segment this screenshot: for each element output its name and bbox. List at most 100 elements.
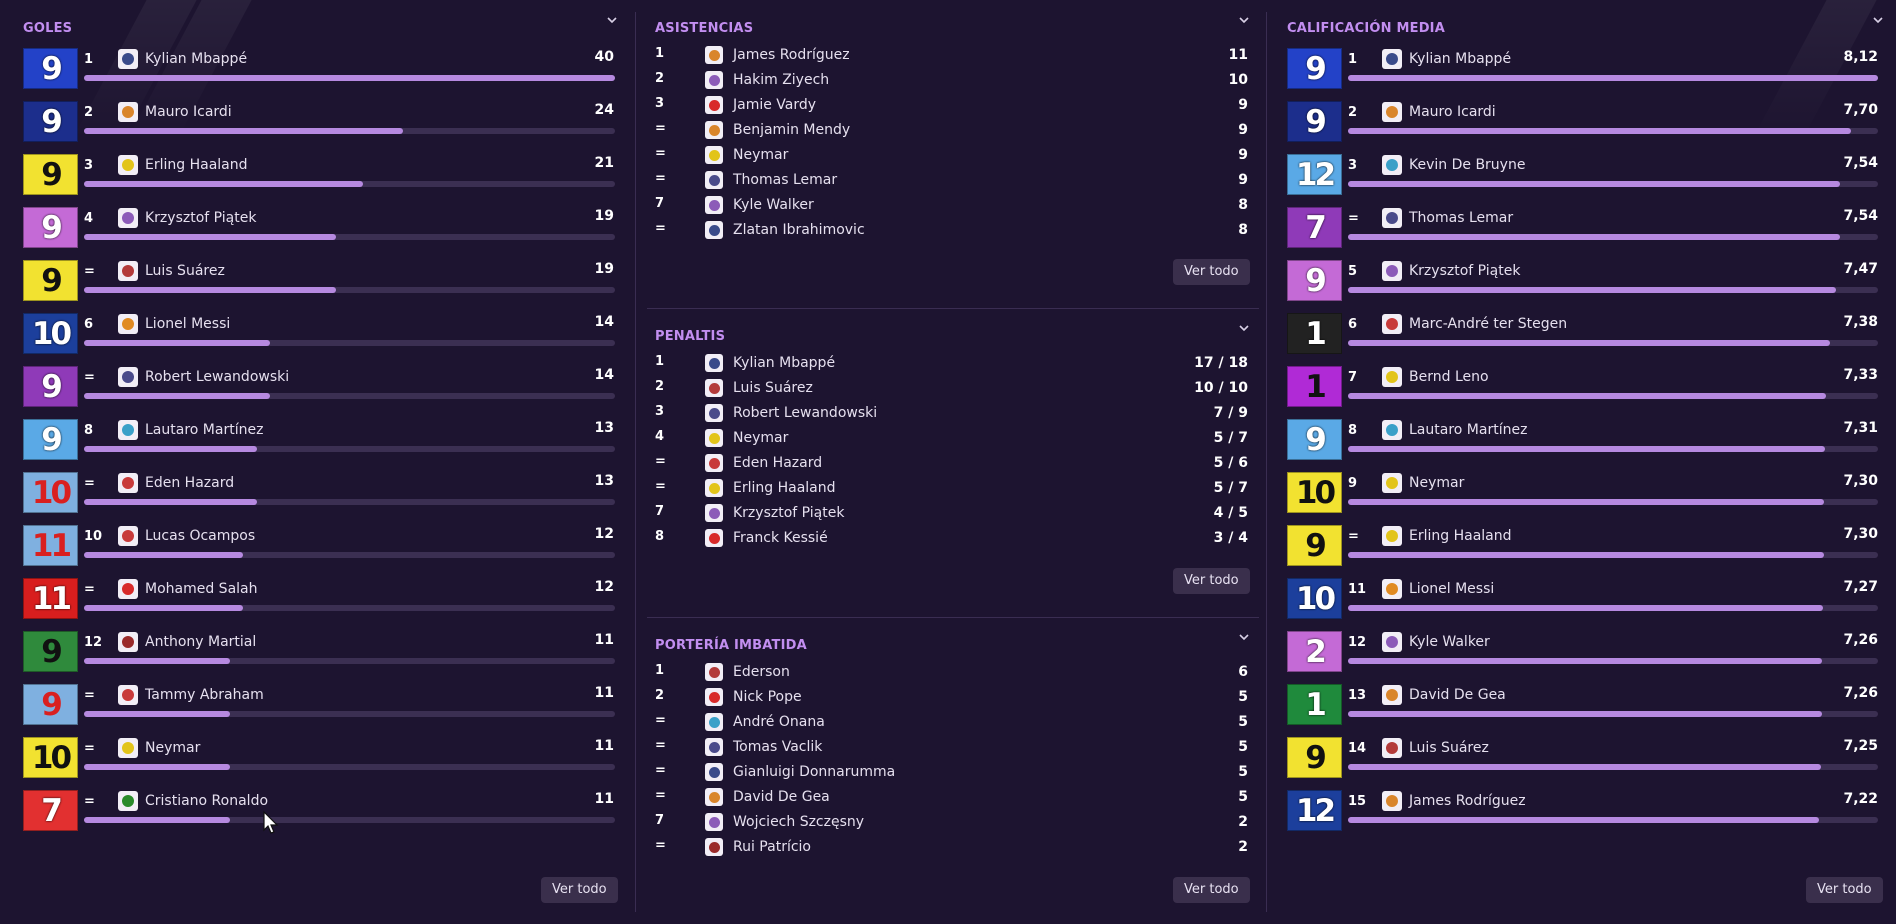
player-name[interactable]: Cristiano Ronaldo <box>145 793 268 809</box>
goles-ver-todo-button[interactable]: Ver todo <box>541 877 618 903</box>
leaderboard-row[interactable]: 9 4 Krzysztof Piątek 19 <box>0 207 630 260</box>
leaderboard-row[interactable]: = Erling Haaland 5 / 7 <box>640 476 1262 501</box>
player-name[interactable]: Lionel Messi <box>1409 581 1494 597</box>
player-name[interactable]: Jamie Vardy <box>733 97 816 113</box>
player-name[interactable]: Krzysztof Piątek <box>1409 263 1520 279</box>
leaderboard-row[interactable]: 11 = Mohamed Salah 12 <box>0 578 630 631</box>
leaderboard-row[interactable]: 9 = Tammy Abraham 11 <box>0 684 630 737</box>
leaderboard-row[interactable]: 9 = Luis Suárez 19 <box>0 260 630 313</box>
leaderboard-row[interactable]: 2 12 Kyle Walker 7,26 <box>1270 631 1896 684</box>
leaderboard-row[interactable]: 2 Nick Pope 5 <box>640 685 1262 710</box>
leaderboard-row[interactable]: 1 Ederson 6 <box>640 660 1262 685</box>
leaderboard-row[interactable]: 1 James Rodríguez 11 <box>640 43 1262 68</box>
leaderboard-row[interactable]: = André Onana 5 <box>640 710 1262 735</box>
player-name[interactable]: Bernd Leno <box>1409 369 1489 385</box>
leaderboard-row[interactable]: 8 Franck Kessié 3 / 4 <box>640 526 1262 551</box>
player-name[interactable]: Mauro Icardi <box>1409 104 1496 120</box>
player-name[interactable]: Eden Hazard <box>733 455 822 471</box>
player-name[interactable]: Neymar <box>733 430 788 446</box>
player-name[interactable]: Kylian Mbappé <box>145 51 247 67</box>
player-name[interactable]: Anthony Martial <box>145 634 256 650</box>
leaderboard-row[interactable]: = Gianluigi Donnarumma 5 <box>640 760 1262 785</box>
leaderboard-row[interactable]: 7 Kyle Walker 8 <box>640 193 1262 218</box>
leaderboard-row[interactable]: 2 Hakim Ziyech 10 <box>640 68 1262 93</box>
leaderboard-row[interactable]: 1 13 David De Gea 7,26 <box>1270 684 1896 737</box>
leaderboard-row[interactable]: 7 = Cristiano Ronaldo 11 <box>0 790 630 843</box>
player-name[interactable]: Lautaro Martínez <box>145 422 263 438</box>
player-name[interactable]: Thomas Lemar <box>1409 210 1513 226</box>
player-name[interactable]: Nick Pope <box>733 689 802 705</box>
player-name[interactable]: Neymar <box>145 740 200 756</box>
leaderboard-row[interactable]: = Rui Patrício 2 <box>640 835 1262 860</box>
player-name[interactable]: Kevin De Bruyne <box>1409 157 1525 173</box>
leaderboard-row[interactable]: = Benjamin Mendy 9 <box>640 118 1262 143</box>
leaderboard-row[interactable]: 9 8 Lautaro Martínez 13 <box>0 419 630 472</box>
chevron-down-icon[interactable] <box>604 12 620 28</box>
penaltis-ver-todo-button[interactable]: Ver todo <box>1173 568 1250 594</box>
player-name[interactable]: Zlatan Ibrahimovic <box>733 222 865 238</box>
leaderboard-row[interactable]: 12 15 James Rodríguez 7,22 <box>1270 790 1896 843</box>
porteria-ver-todo-button[interactable]: Ver todo <box>1173 877 1250 903</box>
player-name[interactable]: Mohamed Salah <box>145 581 258 597</box>
leaderboard-row[interactable]: 11 10 Lucas Ocampos 12 <box>0 525 630 578</box>
player-name[interactable]: James Rodríguez <box>733 47 850 63</box>
leaderboard-row[interactable]: 7 Krzysztof Piątek 4 / 5 <box>640 501 1262 526</box>
player-name[interactable]: Tammy Abraham <box>145 687 264 703</box>
leaderboard-row[interactable]: = Thomas Lemar 9 <box>640 168 1262 193</box>
leaderboard-row[interactable]: 9 5 Krzysztof Piątek 7,47 <box>1270 260 1896 313</box>
player-name[interactable]: Robert Lewandowski <box>733 405 877 421</box>
leaderboard-row[interactable]: 9 = Robert Lewandowski 14 <box>0 366 630 419</box>
player-name[interactable]: Neymar <box>733 147 788 163</box>
leaderboard-row[interactable]: = Eden Hazard 5 / 6 <box>640 451 1262 476</box>
player-name[interactable]: Neymar <box>1409 475 1464 491</box>
leaderboard-row[interactable]: 9 = Erling Haaland 7,30 <box>1270 525 1896 578</box>
player-name[interactable]: Wojciech Szczęsny <box>733 814 864 830</box>
player-name[interactable]: Hakim Ziyech <box>733 72 829 88</box>
asistencias-ver-todo-button[interactable]: Ver todo <box>1173 259 1250 285</box>
player-name[interactable]: David De Gea <box>733 789 830 805</box>
chevron-down-icon[interactable] <box>1236 320 1252 336</box>
leaderboard-row[interactable]: 10 = Neymar 11 <box>0 737 630 790</box>
player-name[interactable]: Ederson <box>733 664 790 680</box>
calificacion-ver-todo-button[interactable]: Ver todo <box>1806 877 1883 903</box>
player-name[interactable]: Kyle Walker <box>733 197 814 213</box>
leaderboard-row[interactable]: 7 Wojciech Szczęsny 2 <box>640 810 1262 835</box>
player-name[interactable]: Erling Haaland <box>1409 528 1512 544</box>
leaderboard-row[interactable]: 1 7 Bernd Leno 7,33 <box>1270 366 1896 419</box>
player-name[interactable]: Kylian Mbappé <box>733 355 835 371</box>
player-name[interactable]: Benjamin Mendy <box>733 122 850 138</box>
player-name[interactable]: Lautaro Martínez <box>1409 422 1527 438</box>
chevron-down-icon[interactable] <box>1870 12 1886 28</box>
chevron-down-icon[interactable] <box>1236 629 1252 645</box>
player-name[interactable]: Franck Kessié <box>733 530 828 546</box>
leaderboard-row[interactable]: 12 3 Kevin De Bruyne 7,54 <box>1270 154 1896 207</box>
leaderboard-row[interactable]: 2 Luis Suárez 10 / 10 <box>640 376 1262 401</box>
leaderboard-row[interactable]: = Tomas Vaclik 5 <box>640 735 1262 760</box>
player-name[interactable]: Rui Patrício <box>733 839 811 855</box>
leaderboard-row[interactable]: 7 = Thomas Lemar 7,54 <box>1270 207 1896 260</box>
player-name[interactable]: Tomas Vaclik <box>733 739 822 755</box>
leaderboard-row[interactable]: 10 9 Neymar 7,30 <box>1270 472 1896 525</box>
leaderboard-row[interactable]: 1 6 Marc-André ter Stegen 7,38 <box>1270 313 1896 366</box>
leaderboard-row[interactable]: 9 2 Mauro Icardi 7,70 <box>1270 101 1896 154</box>
player-name[interactable]: Gianluigi Donnarumma <box>733 764 895 780</box>
leaderboard-row[interactable]: 3 Jamie Vardy 9 <box>640 93 1262 118</box>
player-name[interactable]: Eden Hazard <box>145 475 234 491</box>
leaderboard-row[interactable]: 9 14 Luis Suárez 7,25 <box>1270 737 1896 790</box>
leaderboard-row[interactable]: 3 Robert Lewandowski 7 / 9 <box>640 401 1262 426</box>
player-name[interactable]: Thomas Lemar <box>733 172 837 188</box>
leaderboard-row[interactable]: 10 = Eden Hazard 13 <box>0 472 630 525</box>
player-name[interactable]: David De Gea <box>1409 687 1506 703</box>
player-name[interactable]: Mauro Icardi <box>145 104 232 120</box>
player-name[interactable]: Luis Suárez <box>733 380 813 396</box>
leaderboard-row[interactable]: 10 6 Lionel Messi 14 <box>0 313 630 366</box>
leaderboard-row[interactable]: 9 1 Kylian Mbappé 40 <box>0 48 630 101</box>
leaderboard-row[interactable]: 10 11 Lionel Messi 7,27 <box>1270 578 1896 631</box>
player-name[interactable]: Lucas Ocampos <box>145 528 255 544</box>
player-name[interactable]: Luis Suárez <box>145 263 225 279</box>
player-name[interactable]: Kylian Mbappé <box>1409 51 1511 67</box>
player-name[interactable]: Marc-André ter Stegen <box>1409 316 1567 332</box>
player-name[interactable]: Robert Lewandowski <box>145 369 289 385</box>
leaderboard-row[interactable]: 9 12 Anthony Martial 11 <box>0 631 630 684</box>
player-name[interactable]: Erling Haaland <box>733 480 836 496</box>
